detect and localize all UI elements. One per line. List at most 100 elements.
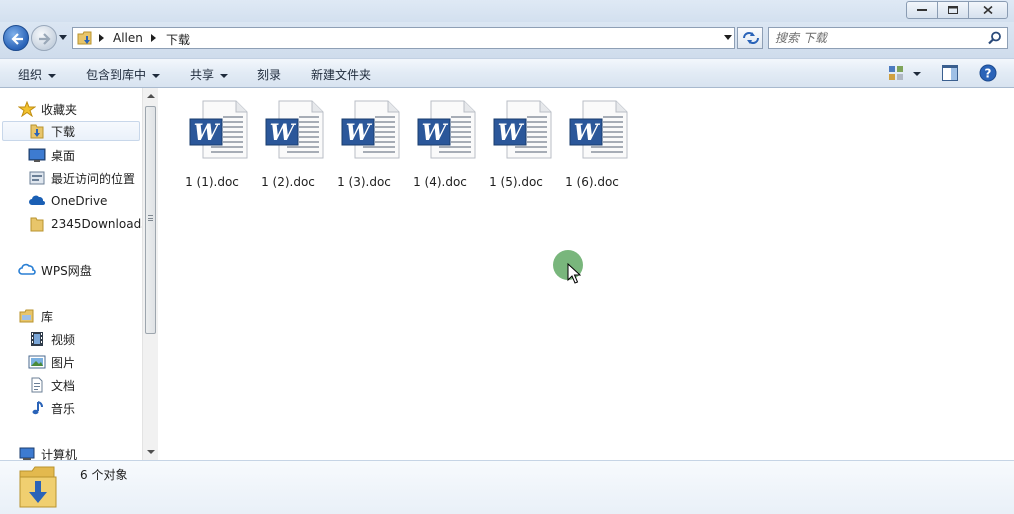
nav-2345downloads[interactable]: 2345Downloads — [28, 214, 147, 234]
library-icon — [18, 308, 36, 324]
breadcrumb-downloads[interactable]: 下载 — [166, 31, 190, 48]
computer-icon — [18, 446, 36, 460]
organize-label: 组织 — [18, 68, 43, 82]
svg-text:W: W — [574, 120, 601, 146]
share-menu[interactable]: 共享 — [190, 66, 229, 83]
arrow-left-icon — [11, 33, 23, 45]
svg-text:?: ? — [985, 67, 992, 81]
svg-text:W: W — [270, 120, 297, 146]
wps-cloud-icon — [18, 262, 36, 278]
file-item[interactable]: W 1 (1).doc — [174, 98, 250, 189]
music-note-icon — [28, 400, 46, 416]
nav-desktop[interactable]: 桌面 — [28, 145, 75, 165]
recent-places-icon — [28, 170, 46, 186]
nav-libraries-label: 库 — [41, 309, 54, 324]
file-item[interactable]: W 1 (2).doc — [250, 98, 326, 189]
refresh-button[interactable] — [737, 27, 763, 49]
title-bar — [0, 0, 1014, 22]
nav-computer[interactable]: 计算机 — [18, 444, 77, 460]
search-box[interactable] — [768, 27, 1008, 49]
details-pane: 6 个对象 — [0, 460, 1014, 514]
nav-libraries[interactable]: 库 — [18, 306, 53, 326]
file-item[interactable]: W 1 (3).doc — [326, 98, 402, 189]
back-button[interactable] — [3, 25, 29, 51]
share-label: 共享 — [190, 68, 215, 82]
help-icon[interactable]: ? — [979, 64, 997, 82]
file-item[interactable]: W 1 (4).doc — [402, 98, 478, 189]
nav-onedrive[interactable]: OneDrive — [28, 191, 107, 211]
svg-text:W: W — [422, 120, 449, 146]
word-doc-icon: W — [265, 100, 324, 159]
nav-documents[interactable]: 文档 — [28, 375, 75, 395]
burn-button[interactable]: 刻录 — [257, 66, 281, 83]
nav-music[interactable]: 音乐 — [28, 398, 75, 418]
nav-music-label: 音乐 — [51, 401, 76, 416]
preview-pane-icon[interactable] — [942, 65, 958, 81]
refresh-icon — [743, 32, 759, 44]
word-doc-icon: W — [569, 100, 628, 159]
nav-recent-label: 最近访问的位置 — [51, 171, 136, 186]
address-row: Allen 下载 — [0, 22, 1014, 58]
breadcrumb-allen[interactable]: Allen — [113, 31, 143, 45]
file-item[interactable]: W 1 (5).doc — [478, 98, 554, 189]
nav-documents-label: 文档 — [51, 378, 76, 393]
close-icon — [983, 5, 993, 15]
video-icon — [28, 331, 46, 347]
nav-recent[interactable]: 最近访问的位置 — [28, 168, 135, 188]
close-button[interactable] — [968, 1, 1008, 19]
nav-wps-drive[interactable]: WPS网盘 — [18, 260, 92, 280]
minimize-icon — [917, 9, 927, 11]
file-name: 1 (5).doc — [489, 175, 543, 189]
scroll-down-arrow[interactable] — [147, 450, 155, 454]
nav-wps-label: WPS网盘 — [41, 263, 92, 278]
search-icon[interactable] — [988, 31, 1002, 45]
folder-download-icon — [19, 466, 57, 508]
organize-menu[interactable]: 组织 — [18, 66, 57, 83]
chevron-down-icon[interactable] — [724, 35, 732, 40]
search-input[interactable] — [775, 30, 975, 46]
mouse-pointer-icon — [567, 263, 581, 284]
nav-videos[interactable]: 视频 — [28, 329, 75, 349]
change-view-icon[interactable] — [888, 65, 904, 81]
navigation-pane: 收藏夹 下载 桌面 最近访问的位置 OneDrive 2345Downloads… — [0, 88, 158, 460]
word-doc-icon: W — [493, 100, 552, 159]
file-list[interactable]: W 1 (1).doc W 1 (2).doc W 1 (3).doc W 1 … — [159, 88, 1014, 460]
include-in-library-menu[interactable]: 包含到库中 — [86, 66, 161, 83]
file-name: 1 (4).doc — [413, 175, 467, 189]
command-bar: 组织 包含到库中 共享 刻录 新建文件夹 ? — [0, 58, 1014, 88]
nav-scrollbar[interactable] — [142, 88, 158, 460]
desktop-icon — [28, 147, 46, 163]
nav-videos-label: 视频 — [51, 332, 76, 347]
scroll-up-arrow[interactable] — [147, 94, 155, 98]
address-bar[interactable]: Allen 下载 — [72, 27, 735, 49]
word-doc-icon: W — [189, 100, 248, 159]
forward-button[interactable] — [31, 25, 57, 51]
file-item[interactable]: W 1 (6).doc — [554, 98, 630, 189]
file-name: 1 (3).doc — [337, 175, 391, 189]
breadcrumb-chevron-icon[interactable] — [99, 34, 104, 42]
new-folder-button[interactable]: 新建文件夹 — [311, 66, 371, 83]
file-name: 1 (1).doc — [185, 175, 239, 189]
document-icon — [28, 377, 46, 393]
word-doc-icon: W — [341, 100, 400, 159]
scroll-thumb[interactable] — [145, 106, 156, 334]
nav-2345downloads-label: 2345Downloads — [51, 217, 148, 231]
picture-icon — [28, 354, 46, 370]
nav-pictures-label: 图片 — [51, 355, 76, 370]
cloud-icon — [28, 193, 46, 209]
svg-text:W: W — [498, 120, 525, 146]
file-name: 1 (2).doc — [261, 175, 315, 189]
nav-computer-label: 计算机 — [41, 447, 78, 461]
folder-icon — [28, 216, 46, 232]
recent-pages-dropdown[interactable] — [59, 35, 67, 40]
nav-downloads[interactable]: 下载 — [2, 121, 140, 141]
breadcrumb-chevron-icon[interactable] — [151, 34, 156, 42]
nav-onedrive-label: OneDrive — [51, 194, 108, 208]
nav-favorites[interactable]: 收藏夹 — [17, 99, 77, 119]
nav-pictures[interactable]: 图片 — [28, 352, 75, 372]
view-options-dropdown[interactable] — [913, 72, 921, 76]
include-in-library-label: 包含到库中 — [86, 68, 147, 82]
item-count: 6 个对象 — [80, 468, 128, 482]
maximize-button[interactable] — [937, 1, 969, 19]
minimize-button[interactable] — [906, 1, 938, 19]
